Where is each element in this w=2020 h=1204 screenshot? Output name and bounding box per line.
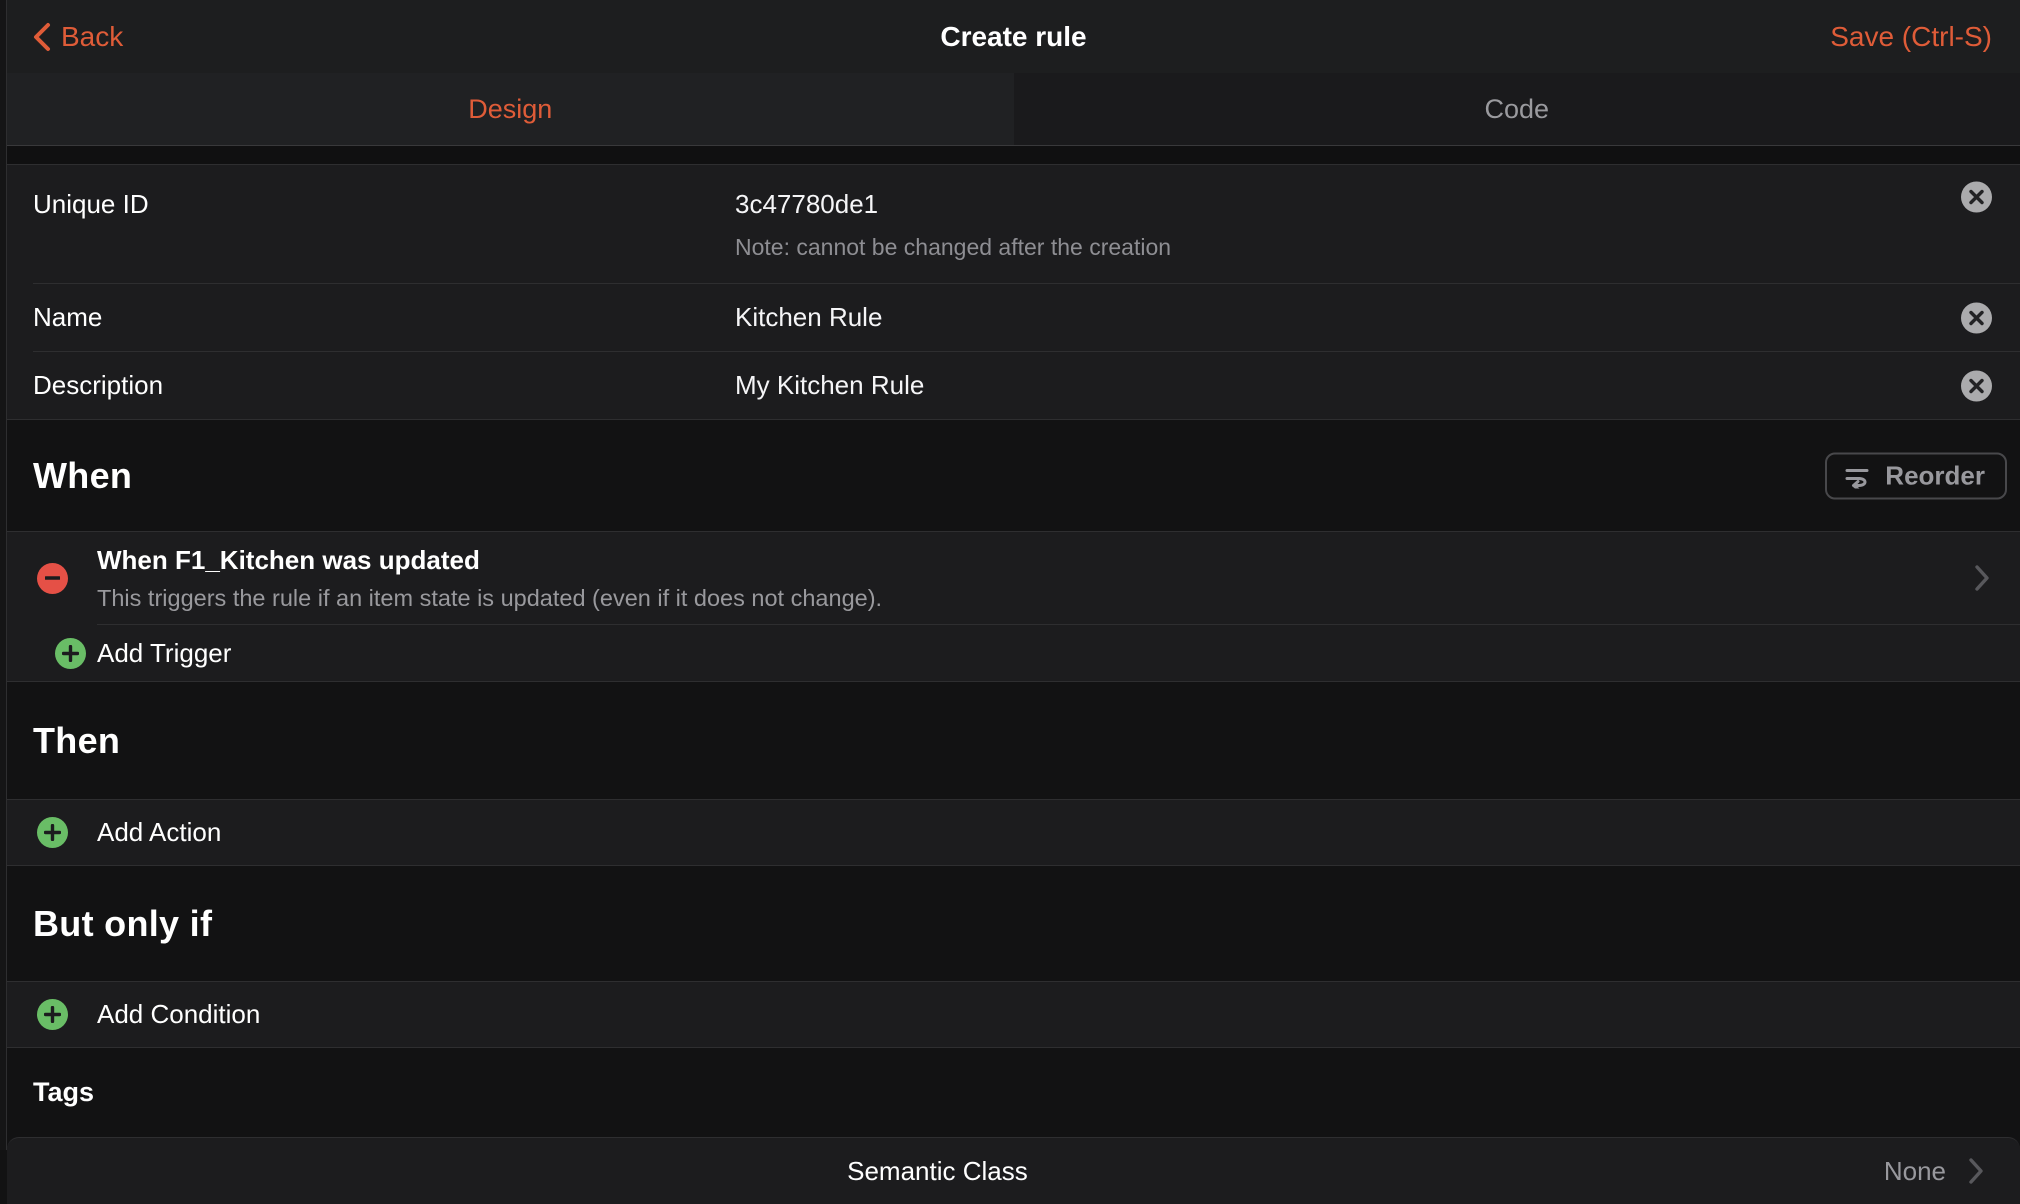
triggers-card: When F1_Kitchen was updated This trigger… xyxy=(7,531,2020,682)
save-button[interactable]: Save (Ctrl-S) xyxy=(1830,0,1992,73)
description-label: Description xyxy=(33,370,735,401)
clear-x-icon xyxy=(1969,310,1984,325)
spacer xyxy=(7,146,2020,164)
tags-section-header: Tags xyxy=(7,1048,2020,1137)
unique-id-row: Unique ID 3c47780de1 Note: cannot be cha… xyxy=(7,165,2020,283)
reorder-icon xyxy=(1843,463,1873,489)
reorder-button[interactable]: Reorder xyxy=(1825,452,2007,499)
trigger-description: This triggers the rule if an item state … xyxy=(97,585,1950,612)
when-section-header: When Reorder xyxy=(7,420,2020,531)
chevron-right-icon xyxy=(1968,1157,1984,1185)
add-icon xyxy=(37,999,68,1030)
remove-trigger-button[interactable] xyxy=(37,563,68,594)
add-action-row[interactable]: Add Action xyxy=(7,800,2020,865)
tab-code[interactable]: Code xyxy=(1014,73,2020,145)
name-row: Name Kitchen Rule xyxy=(33,283,2020,351)
conditions-card: Add Condition xyxy=(7,981,2020,1048)
semantic-class-label: Semantic Class xyxy=(847,1156,1028,1187)
name-label: Name xyxy=(33,302,735,333)
add-action-label: Add Action xyxy=(97,817,221,848)
unique-id-input[interactable]: 3c47780de1 xyxy=(735,189,2020,220)
semantic-class-value: None xyxy=(1884,1156,1946,1187)
tab-design[interactable]: Design xyxy=(7,73,1014,145)
left-panel-edge xyxy=(0,0,7,1150)
unique-id-label: Unique ID xyxy=(7,189,735,220)
add-icon xyxy=(55,638,86,669)
but-only-if-section-header: But only if xyxy=(7,866,2020,981)
add-condition-row[interactable]: Add Condition xyxy=(7,982,2020,1047)
chevron-right-icon xyxy=(1974,564,1990,592)
description-input[interactable]: My Kitchen Rule xyxy=(735,370,2020,401)
add-trigger-row[interactable]: Add Trigger xyxy=(97,624,2020,681)
clear-unique-id-button[interactable] xyxy=(1961,182,1992,213)
add-trigger-label: Add Trigger xyxy=(97,638,231,669)
but-only-if-title: But only if xyxy=(33,903,212,945)
add-condition-label: Add Condition xyxy=(97,999,260,1030)
plus-icon xyxy=(44,1006,61,1023)
then-title: Then xyxy=(33,720,120,762)
tab-bar: Design Code xyxy=(7,73,2020,146)
navbar: Back Create rule Save (Ctrl-S) xyxy=(7,0,2020,73)
add-icon xyxy=(37,817,68,848)
plus-icon xyxy=(44,824,61,841)
reorder-label: Reorder xyxy=(1885,460,1985,491)
create-rule-page: Back Create rule Save (Ctrl-S) Design Co… xyxy=(7,0,2020,1150)
rule-info-card: Unique ID 3c47780de1 Note: cannot be cha… xyxy=(7,164,2020,420)
semantic-class-row[interactable]: Semantic Class None xyxy=(7,1138,2020,1204)
when-title: When xyxy=(33,455,132,497)
clear-x-icon xyxy=(1969,378,1984,393)
unique-id-note: Note: cannot be changed after the creati… xyxy=(735,234,2020,261)
trigger-title: When F1_Kitchen was updated xyxy=(97,545,1950,576)
clear-x-icon xyxy=(1969,190,1984,205)
description-row: Description My Kitchen Rule xyxy=(33,351,2020,419)
trigger-item-row[interactable]: When F1_Kitchen was updated This trigger… xyxy=(7,532,2020,624)
plus-icon xyxy=(62,645,79,662)
tags-card: Semantic Class None xyxy=(7,1137,2020,1204)
page-title: Create rule xyxy=(7,21,2020,53)
then-section-header: Then xyxy=(7,682,2020,799)
name-input[interactable]: Kitchen Rule xyxy=(735,302,2020,333)
tags-title: Tags xyxy=(33,1077,94,1108)
actions-card: Add Action xyxy=(7,799,2020,866)
clear-description-button[interactable] xyxy=(1961,370,1992,401)
minus-icon xyxy=(45,576,60,580)
clear-name-button[interactable] xyxy=(1961,302,1992,333)
